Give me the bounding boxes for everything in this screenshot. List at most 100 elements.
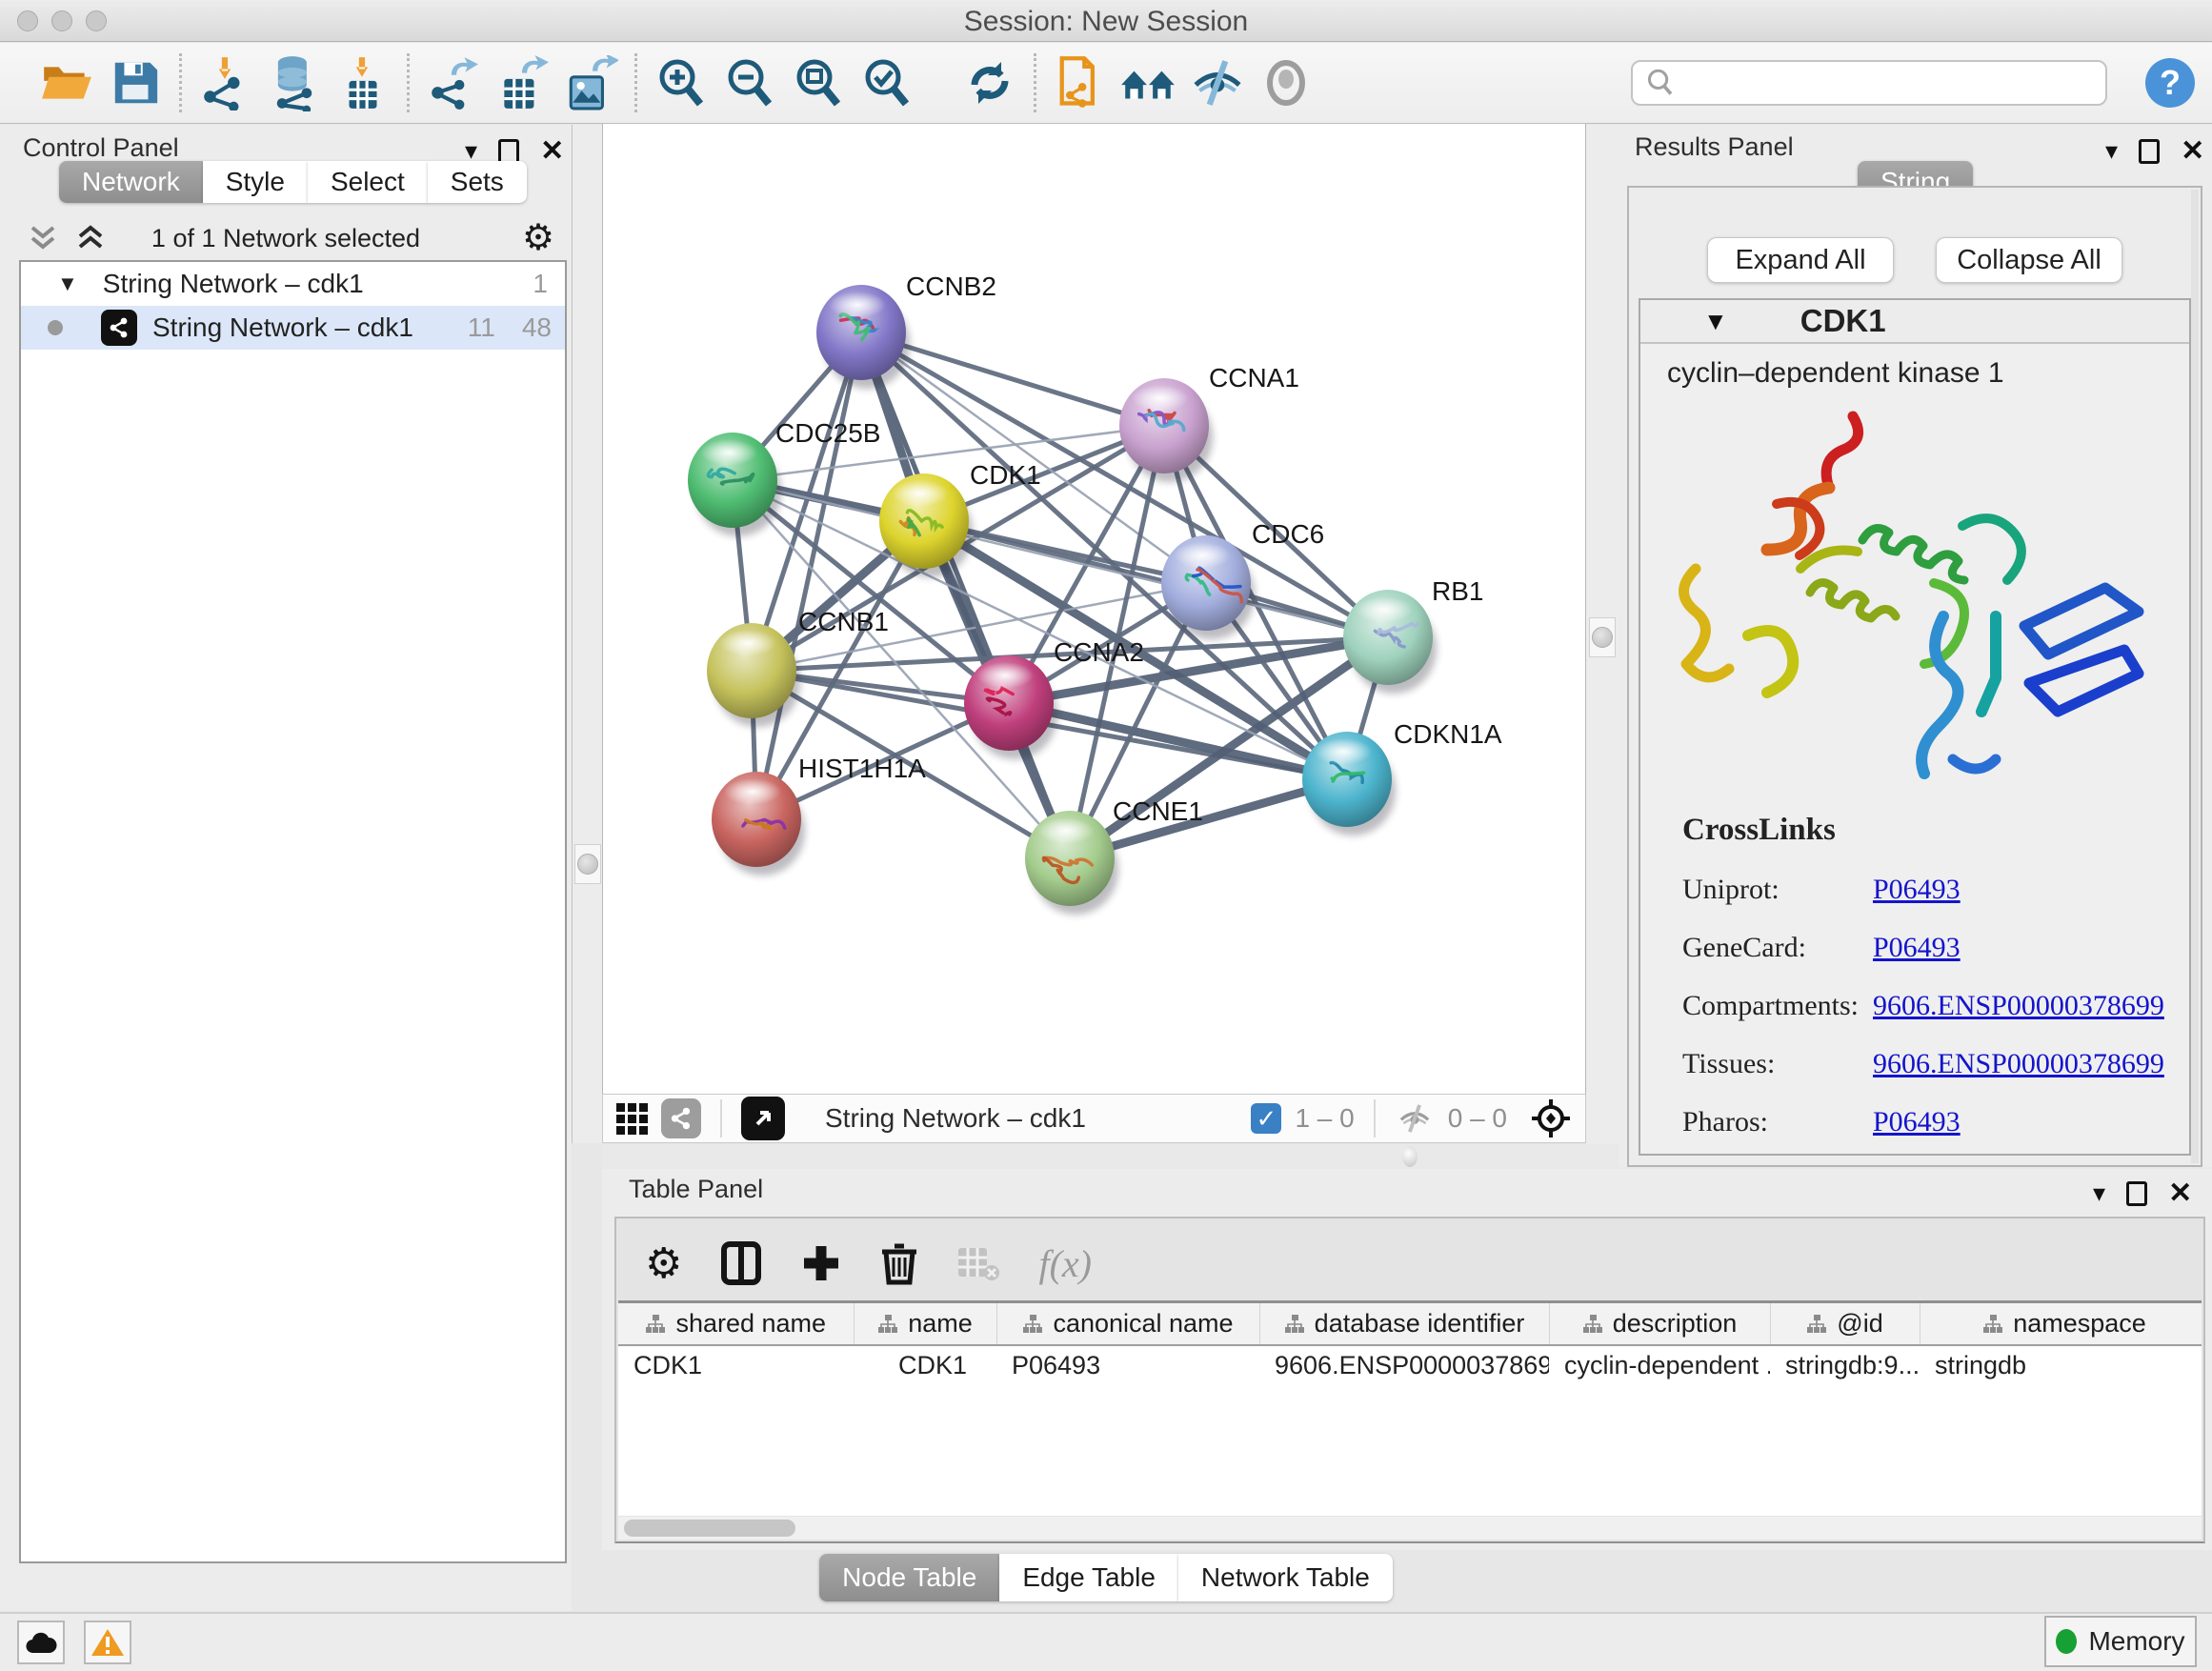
crosslink-link[interactable]: P06493 xyxy=(1873,1106,1961,1138)
export-image-button[interactable] xyxy=(556,50,625,116)
delete-column-trash-icon[interactable] xyxy=(880,1240,918,1286)
import-network-database-button[interactable] xyxy=(260,50,329,116)
string-import-button[interactable] xyxy=(1046,50,1115,116)
open-session-button[interactable] xyxy=(32,50,101,116)
node-HIST1H1A[interactable]: HIST1H1A xyxy=(712,754,926,876)
crosslink-link[interactable]: P06493 xyxy=(1873,932,1961,964)
table-cell[interactable]: P06493 xyxy=(996,1345,1259,1385)
tab-node-table[interactable]: Node Table xyxy=(819,1554,999,1601)
selected-checkbox-icon[interactable]: ✓ xyxy=(1251,1103,1281,1134)
table-cell[interactable]: cyclin-dependent ... xyxy=(1549,1345,1770,1385)
string-network-graph[interactable]: CCNB2CCNA1CDC25BCDK1CDC6RB1CCNB1CCNA2CDK… xyxy=(603,124,1585,1092)
tab-network[interactable]: Network xyxy=(59,161,203,203)
help-button[interactable]: ? xyxy=(2145,58,2195,108)
search-input[interactable] xyxy=(1631,60,2107,106)
results-panel-float-icon[interactable] xyxy=(2139,139,2160,164)
tab-edge-table[interactable]: Edge Table xyxy=(999,1554,1178,1601)
warnings-button[interactable] xyxy=(84,1621,131,1664)
crosslink-link[interactable]: 9606.ENSP00000378699 xyxy=(1873,990,2164,1022)
string-home-button[interactable] xyxy=(1115,50,1183,116)
crosslink-link[interactable]: P06493 xyxy=(1873,874,1961,906)
houses-icon xyxy=(1119,55,1178,111)
crosslink-row: Tissues:9606.ENSP00000378699 xyxy=(1682,1048,2189,1080)
table-cell[interactable]: CDK1 xyxy=(618,1345,854,1385)
collapse-all-button[interactable]: Collapse All xyxy=(1936,237,2122,283)
table-panel-menu-caret-icon[interactable]: ▾ xyxy=(2093,1178,2105,1208)
node-CDC25B[interactable]: CDC25B xyxy=(688,418,880,536)
node-CDKN1A[interactable]: CDKN1A xyxy=(1302,719,1502,836)
zoom-in-button[interactable] xyxy=(647,50,715,116)
table-horizontal-scrollbar[interactable] xyxy=(618,1517,2202,1540)
column-header-shared-name[interactable]: shared name xyxy=(618,1303,854,1345)
right-splitter-handle[interactable] xyxy=(1589,617,1616,657)
tab-style[interactable]: Style xyxy=(203,161,308,203)
network-row[interactable]: String Network – cdk1 11 48 xyxy=(21,306,565,350)
left-splitter-handle[interactable] xyxy=(574,844,601,884)
table-cell[interactable]: 9606.ENSP00000378699 xyxy=(1259,1345,1549,1385)
tab-sets[interactable]: Sets xyxy=(428,161,527,203)
string-network-icon xyxy=(101,310,137,346)
zoom-selected-button[interactable] xyxy=(853,50,921,116)
table-panel-title: Table Panel xyxy=(629,1175,763,1204)
tab-network-table[interactable]: Network Table xyxy=(1178,1554,1393,1601)
scrollbar-thumb[interactable] xyxy=(624,1520,795,1537)
column-header-database-identifier[interactable]: database identifier xyxy=(1259,1303,1549,1345)
node-RB1[interactable]: RB1 xyxy=(1343,576,1483,694)
zoom-fit-button[interactable] xyxy=(784,50,853,116)
export-table-button[interactable] xyxy=(488,50,556,116)
birdseye-view-icon[interactable] xyxy=(741,1097,785,1140)
left-splitter[interactable] xyxy=(572,125,602,1143)
save-session-button[interactable] xyxy=(101,50,170,116)
table-settings-gear-icon[interactable]: ⚙ xyxy=(645,1239,682,1288)
toolbar-separator xyxy=(1034,53,1036,112)
results-panel-menu-caret-icon[interactable]: ▾ xyxy=(2105,136,2118,166)
table-cell[interactable]: stringdb xyxy=(1920,1345,2202,1385)
memory-button[interactable]: Memory xyxy=(2044,1616,2197,1667)
column-header-canonical-name[interactable]: canonical name xyxy=(996,1303,1259,1345)
refresh-view-button[interactable] xyxy=(955,50,1024,116)
expand-all-button[interactable]: Expand All xyxy=(1707,237,1894,283)
fit-content-crosshair-icon[interactable] xyxy=(1530,1097,1572,1139)
import-table-file-button[interactable] xyxy=(329,50,397,116)
tab-select[interactable]: Select xyxy=(308,161,428,203)
toolbar-separator xyxy=(1374,1099,1376,1137)
gene-expand-caret-icon[interactable]: ▼ xyxy=(1703,307,1728,336)
table-cell[interactable]: CDK1 xyxy=(854,1345,996,1385)
edge-CCNB2-HIST1H1A[interactable] xyxy=(756,332,861,819)
control-panel-float-icon[interactable] xyxy=(498,139,519,164)
grid-view-mode-icon[interactable] xyxy=(616,1103,648,1135)
zoom-out-button[interactable] xyxy=(715,50,784,116)
node-CDK1[interactable]: CDK1 xyxy=(879,460,1041,577)
table-row[interactable]: CDK1CDK1P064939606.ENSP00000378699cyclin… xyxy=(618,1345,2202,1385)
control-panel-close-icon[interactable]: ✕ xyxy=(540,134,564,168)
node-table[interactable]: shared namenamecanonical namedatabase id… xyxy=(618,1300,2202,1516)
node-CCNA1[interactable]: CCNA1 xyxy=(1119,363,1299,482)
hidden-eye-slash-icon[interactable] xyxy=(1395,1101,1435,1136)
table-panel-close-icon[interactable]: ✕ xyxy=(2168,1177,2192,1210)
add-column-plus-icon[interactable] xyxy=(800,1242,842,1284)
show-columns-icon[interactable] xyxy=(720,1240,762,1286)
column-header--id[interactable]: @id xyxy=(1770,1303,1920,1345)
show-all-button[interactable] xyxy=(1252,50,1320,116)
results-panel-close-icon[interactable]: ✕ xyxy=(2181,134,2204,168)
column-header-name[interactable]: name xyxy=(854,1303,996,1345)
import-network-file-button[interactable] xyxy=(191,50,260,116)
network-panel-gear-icon[interactable]: ⚙ xyxy=(522,216,554,259)
cloud-status-button[interactable] xyxy=(17,1621,65,1664)
node-CDC6[interactable]: CDC6 xyxy=(1161,519,1324,639)
hide-selected-button[interactable] xyxy=(1183,50,1252,116)
right-splitter[interactable] xyxy=(1586,125,1619,1167)
column-header-namespace[interactable]: namespace xyxy=(1920,1303,2202,1345)
export-network-button[interactable] xyxy=(419,50,488,116)
column-header-description[interactable]: description xyxy=(1549,1303,1770,1345)
results-scrollbar[interactable] xyxy=(2191,190,2199,1163)
crosslink-link[interactable]: 9606.ENSP00000378699 xyxy=(1873,1048,2164,1080)
edge-CCNA2-CDKN1A[interactable] xyxy=(1009,703,1347,779)
table-panel-float-icon[interactable] xyxy=(2126,1181,2147,1206)
share-view-mode-icon[interactable] xyxy=(661,1098,701,1138)
collection-expand-caret-icon[interactable]: ▼ xyxy=(57,272,78,296)
network-collection-row[interactable]: ▼ String Network – cdk1 1 xyxy=(21,262,565,306)
network-canvas[interactable]: CCNB2CCNA1CDC25BCDK1CDC6RB1CCNB1CCNA2CDK… xyxy=(602,124,1586,1094)
table-cell[interactable]: stringdb:9... xyxy=(1770,1345,1920,1385)
gene-header-row[interactable]: ▼ CDK1 xyxy=(1640,300,2189,344)
